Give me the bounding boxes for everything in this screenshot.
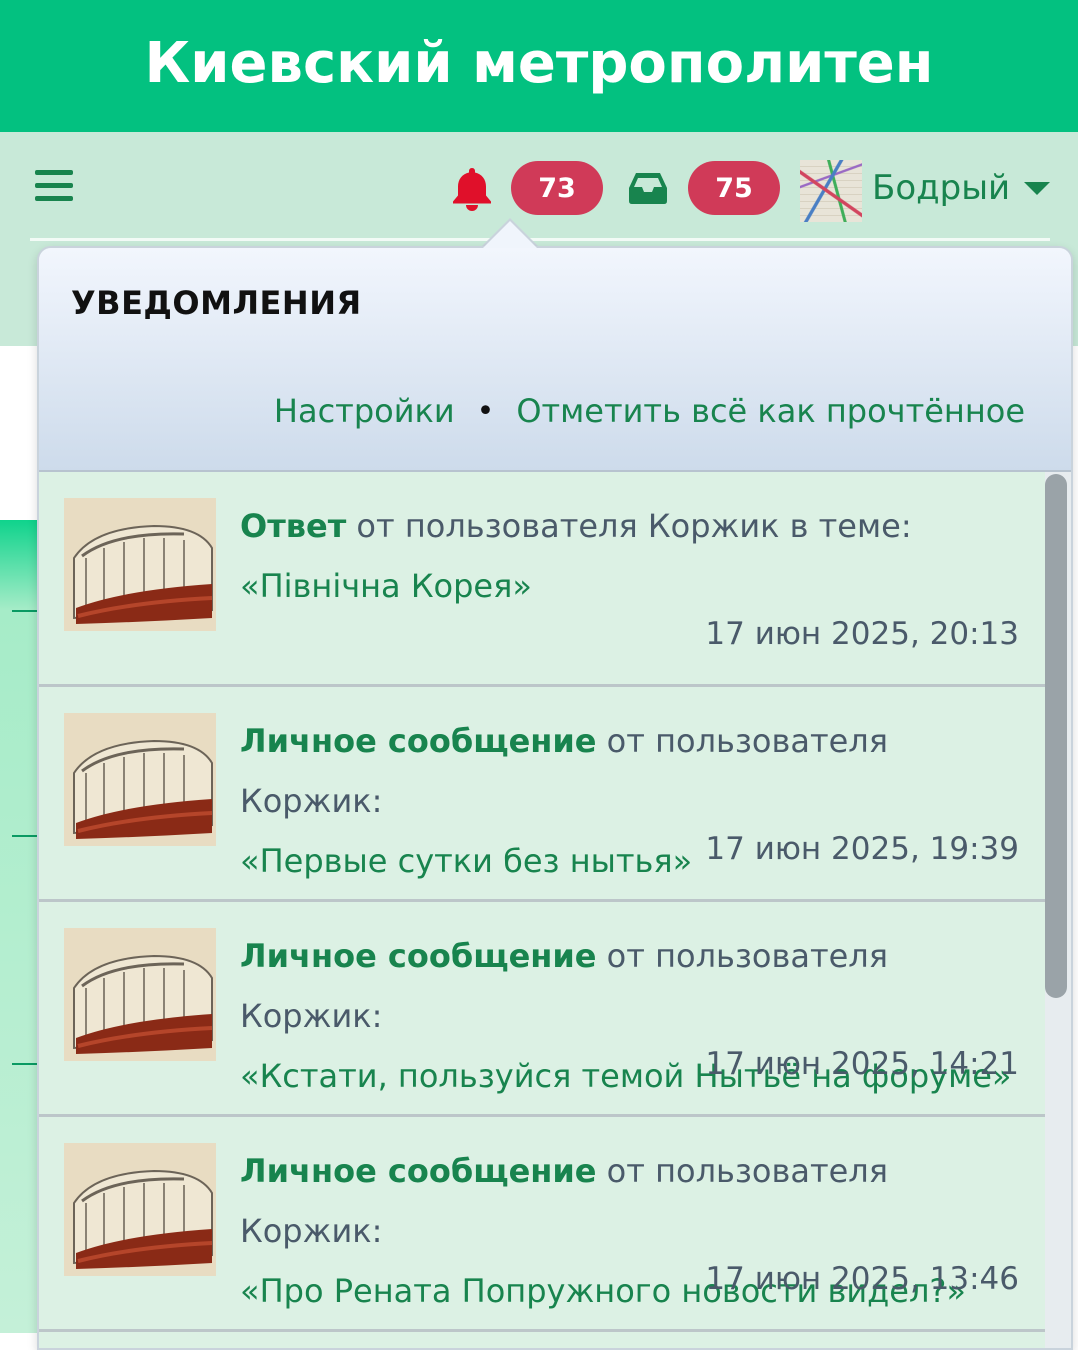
settings-link[interactable]: Настройки bbox=[274, 392, 455, 430]
sender-avatar bbox=[64, 1143, 216, 1276]
notifications-popup: УВЕДОМЛЕНИЯ Настройки • Отметить всё как… bbox=[37, 246, 1073, 1350]
site-header: Киевский метрополитен bbox=[0, 0, 1078, 132]
background-content bbox=[0, 520, 40, 1333]
notification-item[interactable]: Ответ от пользователя Коржик в теме: «Пі… bbox=[39, 472, 1045, 687]
site-title[interactable]: Киевский метрополитен bbox=[145, 31, 934, 96]
notification-kind: Ответ bbox=[240, 507, 347, 545]
popup-header: УВЕДОМЛЕНИЯ Настройки • Отметить всё как… bbox=[39, 248, 1071, 472]
notification-date: 17 июн 2025, 20:13 bbox=[705, 616, 1019, 652]
notification-item[interactable]: Личное сообщение от пользователя Коржик:… bbox=[39, 1117, 1045, 1332]
popup-arrow-inner bbox=[483, 221, 537, 248]
bell-icon[interactable] bbox=[450, 166, 494, 212]
notification-kind: Личное сообщение bbox=[240, 722, 597, 760]
popup-title: УВЕДОМЛЕНИЯ bbox=[71, 284, 362, 322]
notification-kind: Личное сообщение bbox=[240, 937, 597, 975]
notification-date: 17 июн 2025, 14:21 bbox=[705, 1046, 1019, 1082]
sender-avatar bbox=[64, 928, 216, 1061]
message-subject: «Первые сутки без нытья» bbox=[240, 842, 693, 880]
sender-avatar bbox=[64, 498, 216, 631]
separator: • bbox=[476, 393, 495, 429]
username[interactable]: Бодрый bbox=[872, 168, 1010, 208]
notifications-list: Ответ от пользователя Коржик в теме: «Пі… bbox=[39, 472, 1045, 1332]
notification-date: 17 июн 2025, 13:46 bbox=[705, 1261, 1019, 1297]
notification-description: от пользователя Коржик в теме: bbox=[346, 507, 912, 545]
inbox-count-badge[interactable]: 75 bbox=[688, 161, 780, 215]
scrollbar-thumb[interactable] bbox=[1045, 474, 1067, 998]
topic-title: «Північна Корея» bbox=[240, 567, 532, 605]
notification-date: 17 июн 2025, 19:39 bbox=[705, 831, 1019, 867]
notifications-count-badge[interactable]: 73 bbox=[511, 161, 603, 215]
notification-item[interactable]: Личное сообщение от пользователя Коржик:… bbox=[39, 902, 1045, 1117]
notification-text: Ответ от пользователя Коржик в теме: «Пі… bbox=[240, 496, 1030, 616]
inbox-icon[interactable] bbox=[628, 170, 668, 206]
notification-item[interactable]: Личное сообщение от пользователя Коржик:… bbox=[39, 687, 1045, 902]
navbar-divider bbox=[30, 238, 1050, 241]
notification-kind: Личное сообщение bbox=[240, 1152, 597, 1190]
popup-actions: Настройки • Отметить всё как прочтённое bbox=[274, 392, 1025, 430]
mark-all-read-link[interactable]: Отметить всё как прочтённое bbox=[516, 392, 1025, 430]
sender-avatar bbox=[64, 713, 216, 846]
caret-down-icon[interactable] bbox=[1024, 182, 1050, 195]
menu-icon[interactable] bbox=[35, 170, 73, 206]
user-avatar[interactable] bbox=[800, 160, 862, 222]
